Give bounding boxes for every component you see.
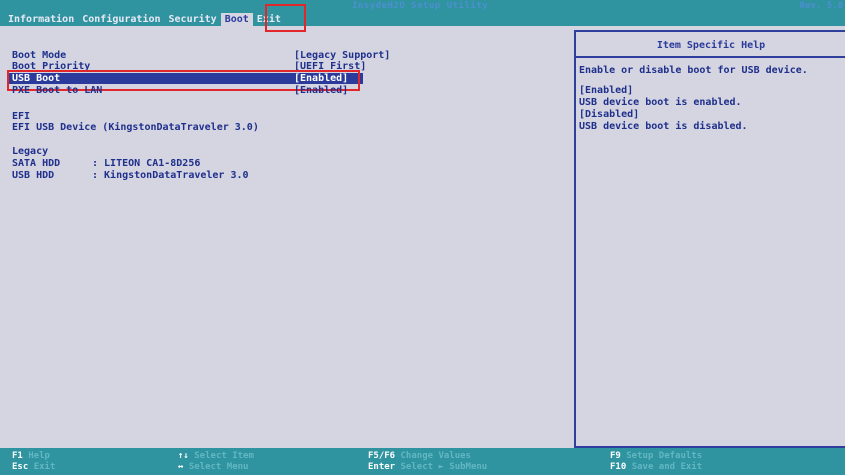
key-f1: F1	[12, 451, 23, 461]
efi-device-label: EFI USB Device (KingstonDataTraveler 3.0…	[12, 122, 259, 133]
help-frame-separator	[576, 56, 845, 58]
help-frame-top	[576, 30, 845, 32]
key-setup-defaults: F9 Setup Defaults	[610, 451, 702, 462]
key-left-right-desc: Select Menu	[188, 462, 249, 472]
help-line: [Disabled]	[579, 109, 640, 120]
boot-mode-row[interactable]: Boot Mode [Legacy Support]	[12, 50, 390, 61]
title-bar: InsydeH2O Setup Utility Rev. 5.0 Informa…	[0, 0, 845, 26]
legacy-device-row[interactable]: SATA HDD : LITEON CA1-8D256	[12, 158, 200, 169]
legacy-device-type: SATA HDD	[12, 158, 61, 169]
key-up-down-desc: Select Item	[194, 451, 254, 461]
boot-mode-value[interactable]: [Legacy Support]	[294, 50, 390, 61]
help-line: Enable or disable boot for USB device.	[579, 65, 808, 76]
key-select-item: ↑↓ Select Item	[178, 451, 254, 462]
key-select-menu: ↔ Select Menu	[178, 462, 248, 473]
help-title: Item Specific Help	[656, 40, 766, 51]
app-title: InsydeH2O Setup Utility	[352, 1, 489, 11]
menu-security[interactable]: Security	[165, 13, 221, 26]
key-up-down: ↑↓	[178, 451, 189, 461]
legacy-header: Legacy	[12, 146, 49, 157]
key-left-right: ↔	[178, 462, 184, 472]
key-enter-desc: Select ► SubMenu	[400, 462, 488, 472]
menu-configuration[interactable]: Configuration	[78, 13, 164, 26]
key-help: F1 Help	[12, 451, 50, 462]
help-line-blank	[579, 77, 808, 85]
key-enter-key: Enter	[368, 462, 396, 472]
pxe-boot-value[interactable]: [Enabled]	[294, 85, 348, 96]
legacy-device-type: USB HDD	[12, 170, 55, 181]
pane-divider	[574, 30, 576, 448]
menu-boot[interactable]: Boot	[220, 13, 253, 26]
key-f10-desc: Save and Exit	[631, 462, 703, 472]
key-f1-desc: Help	[28, 451, 50, 461]
key-f5-f6: F5/F6	[368, 451, 396, 461]
key-f9-desc: Setup Defaults	[626, 451, 703, 461]
help-line: USB device boot is disabled.	[579, 121, 748, 132]
help-line: [Enabled]	[579, 85, 634, 96]
boot-tab-highlight-box	[265, 4, 306, 32]
pxe-boot-row[interactable]: PXE Boot to LAN [Enabled]	[12, 85, 348, 96]
efi-device-row[interactable]: EFI USB Device (KingstonDataTraveler 3.0…	[12, 122, 259, 133]
key-legend-bar: F1 Help Esc Exit ↑↓ Select Item ↔ Select…	[0, 448, 845, 475]
key-f9: F9	[610, 451, 621, 461]
help-line: USB device boot is enabled.	[579, 97, 742, 108]
boot-mode-label: Boot Mode	[12, 50, 67, 61]
main-menu: Information Configuration Security Boot …	[4, 13, 285, 26]
key-f10: F10	[610, 462, 627, 472]
pxe-boot-label: PXE Boot to LAN	[12, 85, 103, 96]
efi-header: EFI	[12, 111, 31, 122]
help-text: Enable or disable boot for USB device. […	[579, 65, 808, 133]
key-esc: Esc	[12, 462, 29, 472]
legacy-device-row[interactable]: USB HDD : KingstonDataTraveler 3.0	[12, 170, 249, 181]
menu-information[interactable]: Information	[4, 13, 78, 26]
key-save-exit: F10 Save and Exit	[610, 462, 702, 473]
revision-label: Rev. 5.0	[799, 1, 843, 11]
key-exit: Esc Exit	[12, 462, 55, 473]
key-f5-f6-desc: Change Values	[400, 451, 471, 461]
key-enter: Enter Select ► SubMenu	[368, 462, 487, 473]
legacy-device-name: : LITEON CA1-8D256	[92, 158, 201, 169]
legacy-device-name: : KingstonDataTraveler 3.0	[92, 170, 249, 181]
key-esc-desc: Exit	[33, 462, 56, 472]
key-change-values: F5/F6 Change Values	[368, 451, 471, 462]
